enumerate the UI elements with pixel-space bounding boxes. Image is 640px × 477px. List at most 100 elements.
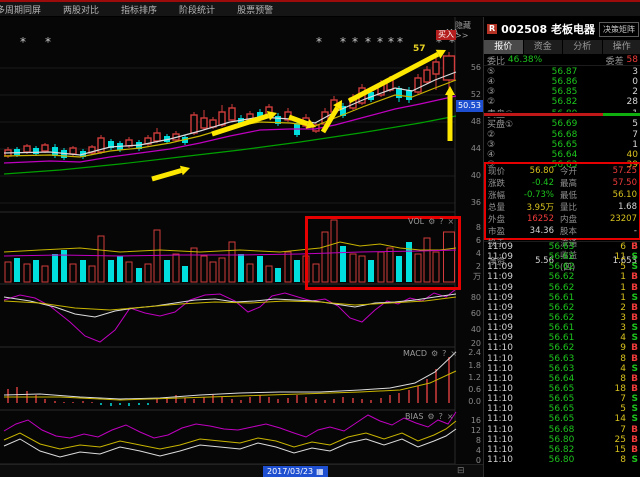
menu-item-0[interactable]: 多周期同屏 [0, 3, 41, 16]
tick-time: 11:10 [487, 384, 519, 394]
tick-price: 56.68 [519, 425, 604, 435]
detail-label: 外盘 [488, 213, 514, 225]
detail-value: 16252 [514, 214, 560, 224]
order-book-row[interactable]: ②56.8228 [484, 97, 640, 107]
candle-up [42, 145, 48, 151]
tick-qty: 8 [604, 374, 626, 384]
tick-qty: 18 [604, 384, 626, 394]
order-book-row[interactable]: 买盘①56.695 [484, 117, 640, 130]
calendar-icon[interactable]: ▦ [316, 466, 324, 477]
tick-side: B [626, 242, 638, 252]
price-axis-label: 40 [455, 171, 481, 181]
volume-bar-up [229, 242, 235, 282]
volume-bar-down [108, 260, 114, 282]
help-icon[interactable]: ? [439, 412, 443, 421]
menu-item-3[interactable]: 阶段统计 [179, 3, 215, 16]
volume-bar-up [24, 264, 30, 282]
tick-row: 11:0956.611S [484, 293, 640, 303]
order-book-row[interactable]: ③56.651 [484, 140, 640, 150]
layout-toggle-icon[interactable]: ⊟ [457, 466, 465, 476]
tick-row: 11:0956.636B [484, 242, 640, 252]
order-book-qty: 3 [608, 67, 638, 77]
tick-time: 11:09 [487, 283, 519, 293]
candlestick-chart-area[interactable]: *********** 隐藏>> MA 57 买入 50.53 VOL ⚙ ? … [0, 17, 483, 477]
tab-分析[interactable]: 分析 [563, 40, 602, 54]
quote-panel: R 002508 老板电器 决策矩阵 报价资金分析操作 委比 46.38% 委差… [483, 17, 640, 477]
order-book-level-label: ⑤ [487, 67, 521, 77]
tick-time: 11:10 [487, 343, 519, 353]
tick-price: 56.63 [519, 364, 604, 374]
volume-bar-down [257, 256, 263, 282]
tick-time: 11:10 [487, 364, 519, 374]
order-book-row[interactable]: ④56.860 [484, 77, 640, 87]
tick-qty: 5 [604, 404, 626, 414]
close-icon[interactable]: × [448, 217, 455, 226]
margin-trading-badge: R [487, 24, 497, 34]
rsi-line [4, 294, 456, 317]
tick-price: 56.64 [519, 374, 604, 384]
star-marker: * [352, 35, 358, 49]
tick-time: 11:09 [487, 323, 519, 333]
tick-qty: 2 [604, 303, 626, 313]
tab-报价[interactable]: 报价 [484, 40, 523, 54]
star-marker: * [340, 35, 346, 49]
trend-arrow-head [445, 86, 455, 95]
tab-资金[interactable]: 资金 [524, 40, 563, 54]
detail-row: 外盘16252内盘23207 [488, 213, 637, 225]
date-label: 2017/03/23 [267, 466, 313, 477]
tick-side: S [626, 252, 638, 262]
menu-item-1[interactable]: 两股对比 [63, 3, 99, 16]
tick-row: 11:0956.614S [484, 333, 640, 343]
bias-axis-label: 4 [455, 446, 481, 456]
tick-qty: 6 [604, 242, 626, 252]
order-book-row[interactable]: ②56.687 [484, 130, 640, 140]
tick-price: 56.62 [519, 252, 604, 262]
top-menu-bar: 多周期同屏 两股对比 指标排序 阶段统计 股票预警 [0, 2, 640, 17]
volume-bar-up [126, 262, 132, 282]
tick-row: 11:1056.657S [484, 394, 640, 404]
tab-操作[interactable]: 操作 [603, 40, 640, 54]
order-book-qty: 5 [608, 119, 638, 129]
gear-icon[interactable]: ⚙ [428, 217, 435, 226]
trend-arrow-head [180, 166, 190, 176]
tick-time: 11:09 [487, 272, 519, 282]
gear-icon[interactable]: ⚙ [431, 349, 438, 358]
detail-label: 总量 [488, 201, 514, 213]
detail-value: 1.68 [592, 202, 637, 212]
tick-qty: 7 [604, 425, 626, 435]
bias-pane-header: BIAS ⚙ ? × [405, 412, 454, 421]
quote-panel-header: R 002508 老板电器 决策矩阵 [484, 20, 640, 38]
menu-item-4[interactable]: 股票预警 [237, 3, 273, 16]
order-book-qty: 7 [608, 130, 638, 140]
menu-item-2[interactable]: 指标排序 [121, 3, 157, 16]
volume-bar-down [136, 268, 142, 282]
decision-matrix-button[interactable]: 决策矩阵 [599, 22, 639, 37]
tick-price: 56.61 [519, 333, 604, 343]
detail-value: 57.25 [592, 166, 637, 176]
help-icon[interactable]: ? [439, 217, 443, 226]
star-marker: * [365, 35, 371, 49]
order-book-row[interactable]: ③56.852 [484, 87, 640, 97]
tick-row: 11:0956.625S [484, 262, 640, 272]
volume-bar-up [42, 266, 48, 282]
candle-down [406, 90, 412, 100]
date-selector-tag[interactable]: 2017/03/23 ▦ [263, 466, 328, 477]
volume-pane-title: VOL [408, 217, 424, 226]
volume-bar-down [80, 260, 86, 282]
tick-side: S [626, 364, 638, 374]
tick-qty: 8 [604, 455, 626, 465]
stock-name: 老板电器 [551, 23, 595, 36]
order-book-row[interactable]: ⑤56.873 [484, 67, 640, 77]
tick-price: 56.80 [519, 455, 604, 465]
panel-footer [484, 465, 640, 477]
gear-icon[interactable]: ⚙ [427, 412, 434, 421]
tick-qty: 4 [604, 333, 626, 343]
hide-panel-button[interactable]: 隐藏>> [455, 20, 483, 40]
order-book-row[interactable]: ④56.6440 [484, 150, 640, 160]
help-icon[interactable]: ? [442, 349, 446, 358]
volume-bar-up [154, 230, 160, 282]
detail-row: 涨跌-0.42最高57.50 [488, 177, 637, 189]
close-icon[interactable]: × [447, 412, 454, 421]
detail-row: 总量3.95万量比1.68 [488, 201, 637, 213]
tick-qty: 14 [604, 414, 626, 424]
